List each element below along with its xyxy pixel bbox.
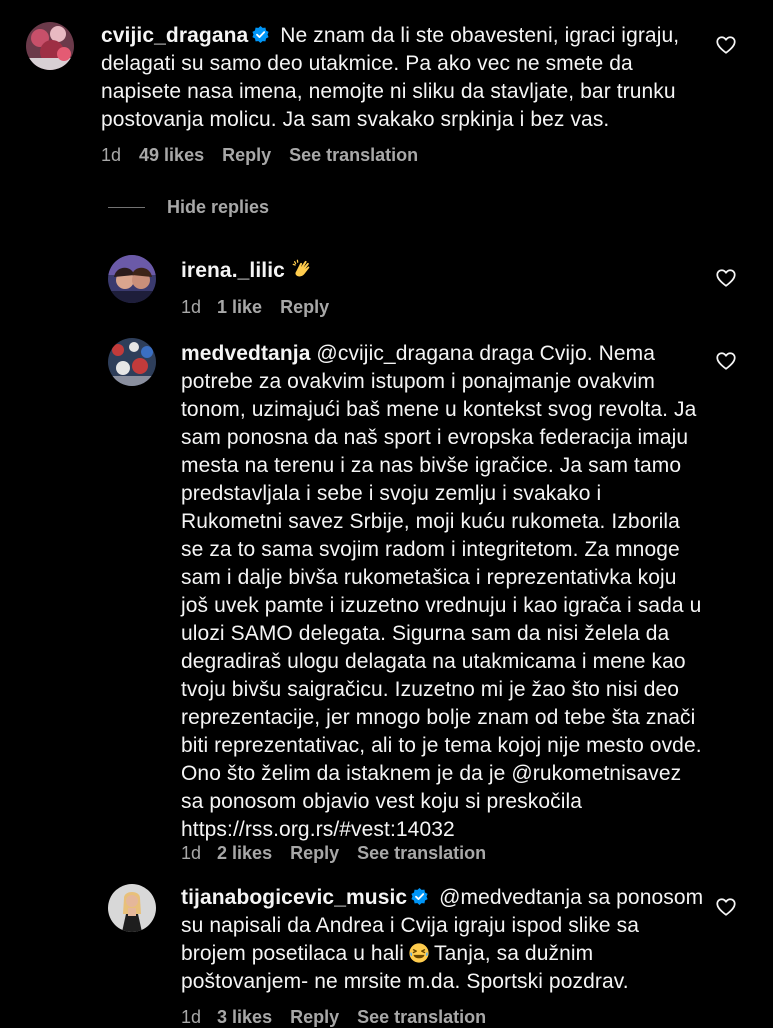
avatar[interactable] xyxy=(108,255,156,303)
avatar[interactable] xyxy=(108,338,156,386)
clapping-hands-icon xyxy=(292,259,310,277)
timestamp: 1d xyxy=(181,843,202,863)
see-translation-button[interactable]: See translation xyxy=(357,1007,486,1028)
heart-icon[interactable] xyxy=(715,34,737,56)
heart-icon[interactable] xyxy=(715,350,737,372)
see-translation-button[interactable]: See translation xyxy=(357,843,486,864)
comment-text-continued: sa ponosom objavio vest koju si preskoči… xyxy=(181,790,583,813)
reply-button[interactable]: Reply xyxy=(290,843,339,864)
likes-count[interactable]: 49 likes xyxy=(139,145,204,166)
username[interactable]: cvijic_dragana xyxy=(101,24,248,47)
hide-replies-button[interactable]: Hide replies xyxy=(108,197,269,218)
likes-count[interactable]: 2 likes xyxy=(217,843,272,864)
comment-body: tijanabogicevic_music @medvedtanja sa po… xyxy=(181,884,706,996)
laughing-face-icon xyxy=(409,943,429,963)
see-translation-button[interactable]: See translation xyxy=(289,145,418,166)
heart-icon[interactable] xyxy=(715,896,737,918)
comment-meta: 1d 3 likes Reply See translation xyxy=(181,1007,486,1028)
comment-body: medvedtanja @cvijic_dragana draga Cvijo.… xyxy=(181,340,706,844)
mention-link[interactable]: @cvijic_dragana xyxy=(316,342,473,365)
url-link[interactable]: https://rss.org.rs/#vest:14032 xyxy=(181,818,455,841)
avatar[interactable] xyxy=(26,22,74,70)
comment-meta: 1d 2 likes Reply See translation xyxy=(181,843,486,864)
timestamp: 1d xyxy=(181,297,202,317)
comment-text: draga Cvijo. Nema potrebe za ovakvim ist… xyxy=(181,342,702,785)
verified-badge-icon xyxy=(411,887,428,906)
username[interactable]: irena._lilic xyxy=(181,259,285,282)
comment-meta: 1d 1 like Reply xyxy=(181,297,329,318)
reply-button[interactable]: Reply xyxy=(280,297,329,318)
reply-button[interactable]: Reply xyxy=(290,1007,339,1028)
username[interactable]: tijanabogicevic_music xyxy=(181,886,407,909)
timestamp: 1d xyxy=(181,1007,202,1027)
username[interactable]: medvedtanja xyxy=(181,342,310,365)
comment-body: cvijic_dragana Ne znam da li ste obavest… xyxy=(101,22,701,134)
likes-count[interactable]: 3 likes xyxy=(217,1007,272,1028)
hide-replies-label: Hide replies xyxy=(167,197,270,217)
mention-link[interactable]: @rukometnisavez xyxy=(511,762,681,785)
avatar[interactable] xyxy=(108,884,156,932)
likes-count[interactable]: 1 like xyxy=(217,297,262,318)
reply-button[interactable]: Reply xyxy=(222,145,271,166)
timestamp: 1d xyxy=(101,145,122,165)
verified-badge-icon xyxy=(252,25,269,44)
comment-body: irena._lilic xyxy=(181,257,681,285)
comment-meta: 1d 49 likes Reply See translation xyxy=(101,145,418,166)
divider-line xyxy=(108,207,145,208)
mention-link[interactable]: @medvedtanja xyxy=(439,886,582,909)
heart-icon[interactable] xyxy=(715,267,737,289)
